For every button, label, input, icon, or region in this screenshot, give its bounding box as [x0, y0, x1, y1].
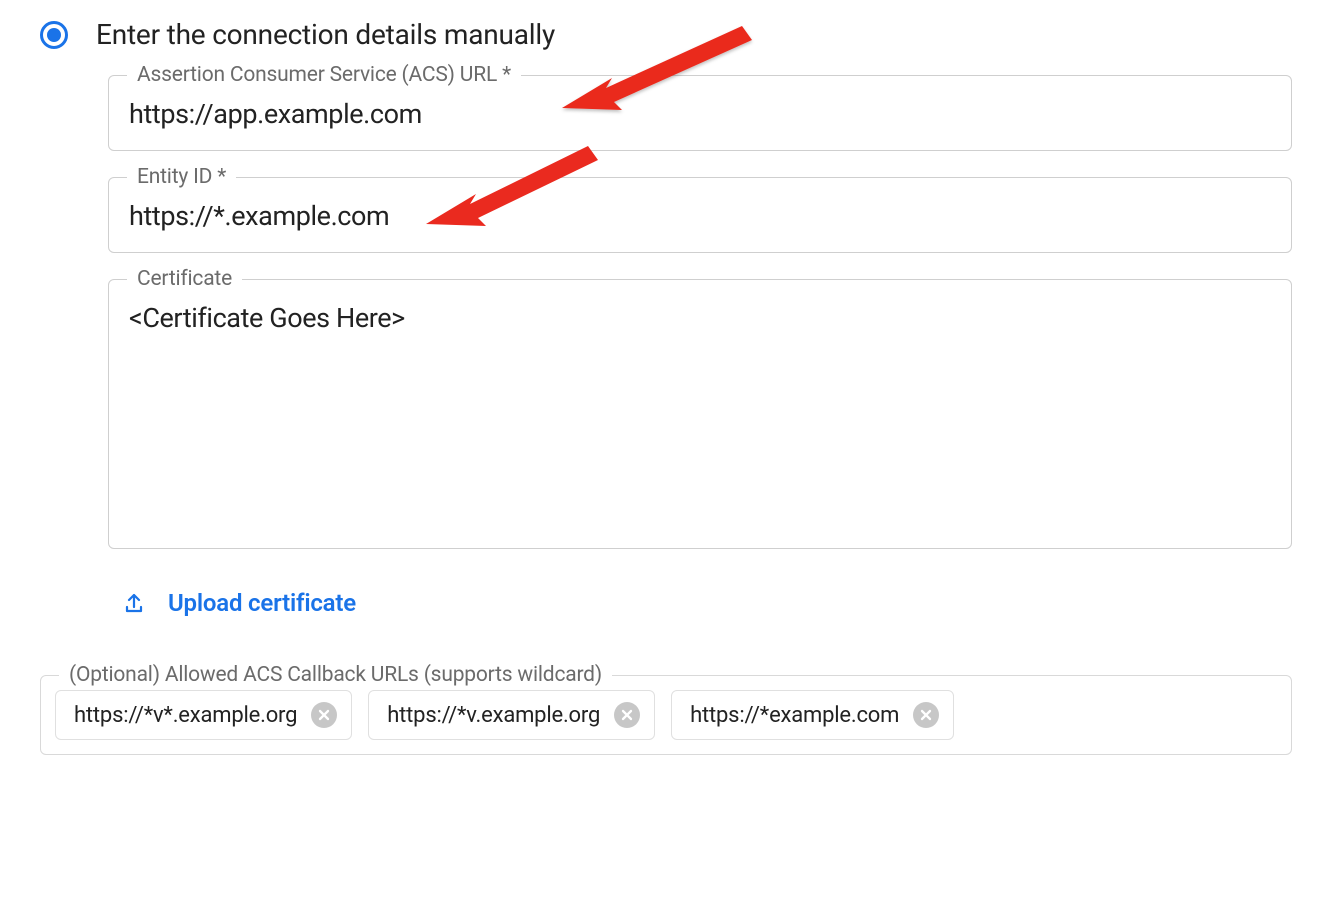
entity-id-field: Entity ID *	[108, 177, 1292, 253]
certificate-field: Certificate	[108, 279, 1292, 549]
callback-url-chip[interactable]: https://*v.example.org	[368, 690, 655, 740]
radio-icon	[40, 21, 68, 49]
certificate-label: Certificate	[127, 267, 242, 291]
entity-id-label: Entity ID *	[127, 165, 236, 189]
chip-text: https://*example.com	[690, 703, 899, 728]
close-icon[interactable]	[311, 702, 337, 728]
chip-text: https://*v.example.org	[387, 703, 600, 728]
allowed-acs-callback-urls-label: (Optional) Allowed ACS Callback URLs (su…	[59, 663, 612, 687]
radio-label: Enter the connection details manually	[96, 18, 555, 51]
acs-url-input[interactable]	[109, 76, 1291, 150]
close-icon[interactable]	[614, 702, 640, 728]
acs-url-field: Assertion Consumer Service (ACS) URL *	[108, 75, 1292, 151]
acs-url-label: Assertion Consumer Service (ACS) URL *	[127, 63, 521, 87]
certificate-textarea[interactable]	[109, 280, 1291, 544]
callback-url-chip[interactable]: https://*v*.example.org	[55, 690, 352, 740]
upload-certificate-button[interactable]: Upload certificate	[122, 589, 1292, 617]
chip-list: https://*v*.example.org https://*v.examp…	[55, 690, 1277, 740]
allowed-acs-callback-urls-field: (Optional) Allowed ACS Callback URLs (su…	[40, 675, 1292, 755]
radio-manual-entry[interactable]: Enter the connection details manually	[40, 18, 1292, 51]
entity-id-input[interactable]	[109, 178, 1291, 252]
callback-url-chip[interactable]: https://*example.com	[671, 690, 954, 740]
upload-icon	[122, 591, 146, 615]
upload-certificate-label: Upload certificate	[168, 589, 356, 617]
close-icon[interactable]	[913, 702, 939, 728]
chip-text: https://*v*.example.org	[74, 703, 297, 728]
